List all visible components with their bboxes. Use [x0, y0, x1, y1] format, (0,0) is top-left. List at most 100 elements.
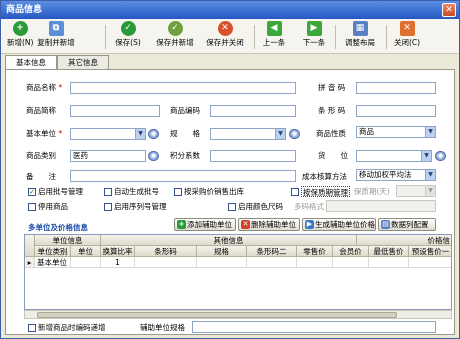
grid-cell[interactable] — [247, 257, 297, 268]
scrollbar-thumb[interactable] — [37, 312, 397, 318]
toolbar: + 新增(N) ⧉ 复制并新增 ✓ 保存(S) ✓ 保存并新增 ✕ 保存并关闭 … — [1, 19, 459, 54]
toolbar-separator — [105, 25, 106, 49]
new-code-checkbox[interactable] — [28, 324, 36, 332]
next-button[interactable]: ▶ 下一条 — [301, 21, 327, 52]
disable-checkbox[interactable] — [28, 203, 36, 211]
copy-add-button[interactable]: ⧉ 复制并新增 — [34, 21, 78, 52]
code-input[interactable] — [210, 105, 296, 117]
columns-icon: ▤ — [381, 220, 390, 229]
grid-cell[interactable] — [333, 257, 369, 268]
new-code-label: 新增商品时编码递增 — [38, 323, 106, 332]
title-bar: 商品信息 ✕ — [1, 1, 459, 19]
grid-cell[interactable] — [409, 257, 451, 268]
chevron-down-icon[interactable]: ▼ — [425, 170, 435, 180]
column-header[interactable]: 单位类别 — [35, 246, 71, 257]
save-add-button[interactable]: ✓ 保存并新增 — [155, 21, 195, 52]
chevron-down-icon[interactable]: ▼ — [275, 129, 285, 139]
grid-cell[interactable] — [369, 257, 409, 268]
pinyin-input[interactable] — [356, 82, 436, 94]
grid-cell[interactable]: 基本单位 — [35, 257, 71, 268]
aux-spec-input[interactable] — [192, 321, 436, 333]
nature-select[interactable]: 商品 ▼ — [356, 126, 436, 138]
batch-checkbox[interactable]: ✓ — [28, 188, 36, 196]
shelf-label: 货 位 — [318, 151, 348, 160]
alias-input[interactable] — [70, 105, 160, 117]
save-button[interactable]: ✓ 保存(S) — [114, 21, 142, 52]
tab-other-info[interactable]: 其它信息 — [57, 55, 109, 69]
price-out-checkbox[interactable] — [174, 188, 182, 196]
lookup-icon[interactable]: ◆ — [148, 129, 159, 139]
lookup-icon[interactable]: ◆ — [435, 151, 446, 161]
chevron-down-icon[interactable]: ▼ — [425, 127, 435, 137]
shelf-days-select[interactable]: ▼ — [396, 185, 436, 197]
data-config-button[interactable]: ▤ 数据列配置 — [378, 218, 436, 231]
cost-select[interactable]: 移动加权平均法 ▼ — [356, 169, 436, 181]
grid-cell[interactable] — [197, 257, 247, 268]
toolbar-separator — [335, 25, 336, 49]
layout-button[interactable]: ▦ 调整布局 — [342, 21, 378, 52]
grid-cell[interactable]: 1 — [101, 257, 135, 268]
column-header[interactable]: 单位 — [71, 246, 101, 257]
remark-input[interactable] — [70, 170, 296, 182]
alias-label: 商品简称 — [26, 106, 56, 115]
arrow-right-icon: ▶ — [306, 21, 322, 36]
points-input[interactable] — [210, 150, 296, 162]
batch-label: 启用批号管理 — [38, 187, 83, 196]
column-header[interactable]: 换算比率 — [101, 246, 135, 257]
shelf-select[interactable]: ▼ — [356, 150, 432, 162]
unit-select[interactable]: ▼ — [70, 128, 146, 140]
price-out-label: 按采购价销售出库 — [184, 187, 244, 196]
chevron-down-icon[interactable]: ▼ — [135, 129, 145, 139]
grid-cell[interactable] — [297, 257, 333, 268]
row-pointer-icon[interactable]: ▸ — [25, 257, 35, 268]
group-header-unit: 单位信息 — [35, 235, 101, 246]
shelf-life-checkbox[interactable] — [291, 188, 299, 196]
column-header[interactable]: 预设售价一 — [409, 246, 451, 257]
save-close-label: 保存并关闭 — [206, 38, 244, 47]
column-header[interactable]: 会员价 — [333, 246, 369, 257]
cost-label: 成本核算方法 — [302, 172, 347, 181]
add-unit-button[interactable]: + 添加辅助单位 — [174, 218, 236, 231]
category-value: 医药 — [73, 151, 88, 160]
copy-add-label: 复制并新增 — [37, 38, 75, 47]
grid-cell[interactable] — [135, 257, 197, 268]
chevron-down-icon[interactable]: ▼ — [421, 151, 431, 161]
column-header[interactable]: 条形码 — [135, 246, 197, 257]
arrow-left-icon: ◀ — [266, 21, 282, 36]
unit-label: 基本单位 * — [26, 129, 63, 138]
column-header[interactable]: 零售价 — [297, 246, 333, 257]
name-input[interactable] — [70, 82, 296, 94]
grid-cell[interactable] — [71, 257, 101, 268]
prev-button[interactable]: ◀ 上一条 — [261, 21, 287, 52]
tab-basic-info[interactable]: 基本信息 — [5, 55, 57, 70]
window-close-icon[interactable]: ✕ — [442, 3, 456, 17]
color-size-checkbox[interactable] — [228, 203, 236, 211]
save-close-button[interactable]: ✕ 保存并关闭 — [205, 21, 245, 52]
generate-price-button[interactable]: ▶ 生成辅助单位价格 — [302, 218, 376, 231]
lookup-icon[interactable]: ◆ — [148, 151, 159, 161]
multi-unit-title: 多单位及价格信息 — [28, 223, 88, 232]
column-header[interactable]: 条形码二 — [247, 246, 297, 257]
column-header[interactable]: 最低售价 — [369, 246, 409, 257]
close-button[interactable]: ✕ 关闭(C) — [393, 21, 421, 52]
barcode-input[interactable] — [356, 105, 436, 117]
points-label: 积分系数 — [170, 151, 200, 160]
category-input[interactable]: 医药 — [70, 150, 146, 162]
layout-grid-icon: ▦ — [352, 21, 368, 36]
add-button[interactable]: + 新增(N) — [7, 21, 33, 52]
lookup-icon[interactable]: ◆ — [289, 129, 300, 139]
horizontal-scrollbar[interactable] — [24, 310, 452, 319]
delete-unit-button[interactable]: ✕ 删除辅助单位 — [238, 218, 300, 231]
column-header[interactable]: 规格 — [197, 246, 247, 257]
serial-checkbox[interactable] — [104, 203, 112, 211]
copy-icon: ⧉ — [48, 21, 64, 36]
next-label: 下一条 — [302, 38, 326, 47]
spec-select[interactable]: ▼ — [210, 128, 286, 140]
category-label: 商品类别 — [26, 151, 56, 160]
nature-value: 商品 — [359, 127, 374, 136]
color-size-format-input[interactable] — [326, 200, 436, 212]
group-header-price: 价格信 — [357, 235, 451, 246]
save-label: 保存(S) — [115, 38, 141, 47]
prev-label: 上一条 — [262, 38, 286, 47]
auto-batch-checkbox[interactable] — [104, 188, 112, 196]
